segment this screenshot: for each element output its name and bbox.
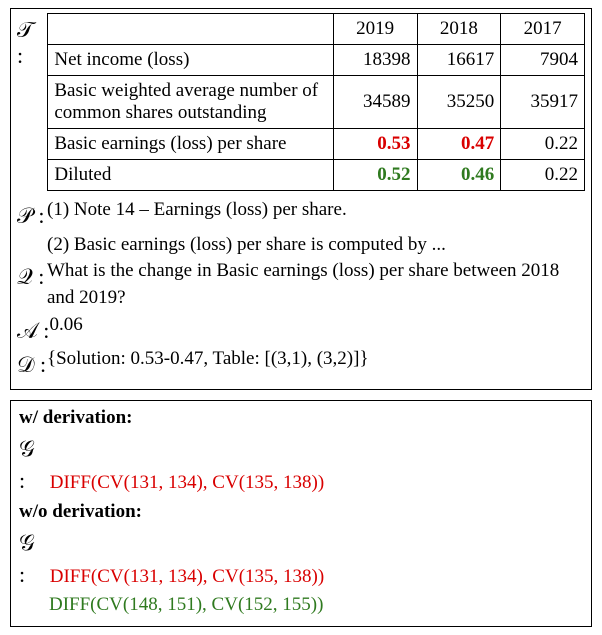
label-G: 𝒢 : <box>19 523 45 591</box>
header-blank <box>48 14 333 45</box>
cell-highlight-red: 0.53 <box>333 129 417 160</box>
P-text-2: (2) Basic earnings (loss) per share is c… <box>47 232 585 259</box>
cell-highlight-red: 0.47 <box>417 129 501 160</box>
D-text: {Solution: 0.53-0.47, Table: [(3,1), (3,… <box>47 346 585 373</box>
data-table: 2019 2018 2017 Net income (loss) 18398 1… <box>47 13 585 191</box>
Q-text: What is the change in Basic earnings (lo… <box>47 258 585 311</box>
without-derivation-label: w/o derivation: <box>19 501 583 523</box>
context-block: 𝒫 : (1) Note 14 – Earnings (loss) per sh… <box>17 197 585 381</box>
P-line-1: 𝒫 : (1) Note 14 – Earnings (loss) per sh… <box>17 197 585 232</box>
example-box-bottom: w/ derivation: 𝒢 : DIFF(CV(131, 134), CV… <box>10 400 592 627</box>
G-line-with: 𝒢 : DIFF(CV(131, 134), CV(135, 138)) <box>19 429 583 497</box>
label-P: 𝒫 : <box>17 197 47 232</box>
derivation-expr-green: DIFF(CV(148, 151), CV(152, 155)) <box>49 594 323 615</box>
cell-highlight-green: 0.46 <box>417 160 501 191</box>
row-label: Basic earnings (loss) per share <box>48 129 333 160</box>
header-2018: 2018 <box>417 14 501 45</box>
cell: 7904 <box>501 45 585 76</box>
G-line-without-2: DIFF(CV(148, 151), CV(152, 155)) <box>19 591 583 619</box>
cell: 34589 <box>333 76 417 129</box>
cell: 35250 <box>417 76 501 129</box>
table-row: Net income (loss) 18398 16617 7904 <box>48 45 585 76</box>
cell: 35917 <box>501 76 585 129</box>
A-line: 𝒜 : 0.06 <box>17 312 585 347</box>
Q-line: 𝒬 : What is the change in Basic earnings… <box>17 258 585 311</box>
header-2019: 2019 <box>333 14 417 45</box>
label-D: 𝒟 : <box>17 346 47 381</box>
label-A: 𝒜 : <box>17 312 49 347</box>
table-row-wrapper: 𝒯 : 2019 2018 2017 Net income (loss) 183… <box>17 13 585 191</box>
example-box-top: 𝒯 : 2019 2018 2017 Net income (loss) 183… <box>10 8 592 390</box>
row-label: Diluted <box>48 160 333 191</box>
label-Q: 𝒬 : <box>17 258 47 293</box>
cell: 16617 <box>417 45 501 76</box>
D-line: 𝒟 : {Solution: 0.53-0.47, Table: [(3,1),… <box>17 346 585 381</box>
table-row: Diluted 0.52 0.46 0.22 <box>48 160 585 191</box>
G-line-without-1: 𝒢 : DIFF(CV(131, 134), CV(135, 138)) <box>19 523 583 591</box>
cell: 0.22 <box>501 129 585 160</box>
label-T: 𝒯 : <box>17 13 47 69</box>
page: 𝒯 : 2019 2018 2017 Net income (loss) 183… <box>0 0 602 635</box>
label-G: 𝒢 : <box>19 429 45 497</box>
cell-highlight-green: 0.52 <box>333 160 417 191</box>
derivation-expr-red: DIFF(CV(131, 134), CV(135, 138)) <box>50 566 324 587</box>
A-text: 0.06 <box>49 312 585 339</box>
P-line-2: (2) Basic earnings (loss) per share is c… <box>17 232 585 259</box>
P-text-1: (1) Note 14 – Earnings (loss) per share. <box>47 197 585 224</box>
table-row: Basic earnings (loss) per share 0.53 0.4… <box>48 129 585 160</box>
header-2017: 2017 <box>501 14 585 45</box>
row-label: Net income (loss) <box>48 45 333 76</box>
cell: 0.22 <box>501 160 585 191</box>
table-row: Basic weighted average number of common … <box>48 76 585 129</box>
table-header-row: 2019 2018 2017 <box>48 14 585 45</box>
with-derivation-label: w/ derivation: <box>19 407 583 429</box>
derivation-expr-red: DIFF(CV(131, 134), CV(135, 138)) <box>50 472 324 493</box>
cell: 18398 <box>333 45 417 76</box>
row-label: Basic weighted average number of common … <box>48 76 333 129</box>
